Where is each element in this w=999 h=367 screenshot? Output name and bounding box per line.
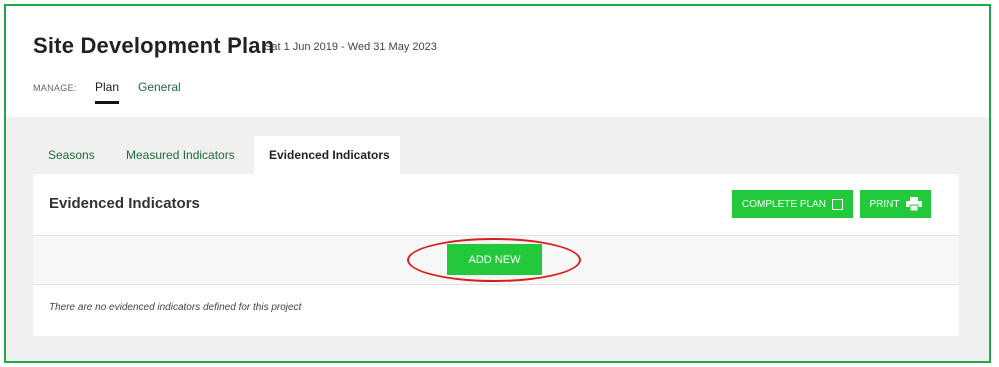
tab-evidenced-indicators[interactable]: Evidenced Indicators xyxy=(254,136,400,174)
print-label: PRINT xyxy=(869,198,900,210)
print-button[interactable]: PRINT xyxy=(860,190,931,218)
complete-plan-button[interactable]: COMPLETE PLAN xyxy=(732,190,853,218)
manage-tab-plan[interactable]: Plan xyxy=(95,80,120,104)
manage-tab-general[interactable]: General xyxy=(138,80,181,94)
panel-title: Evidenced Indicators xyxy=(49,195,200,212)
plan-date-range: Sat 1 Jun 2019 - Wed 31 May 2023 xyxy=(264,41,437,53)
empty-state-message: There are no evidenced indicators define… xyxy=(49,302,302,313)
tab-measured-indicators[interactable]: Measured Indicators xyxy=(111,136,250,174)
add-new-button[interactable]: ADD NEW xyxy=(447,244,542,275)
complete-plan-label: COMPLETE PLAN xyxy=(742,198,826,210)
page-title: Site Development Plan xyxy=(33,33,275,58)
checkbox-icon xyxy=(831,198,843,210)
add-new-row: ADD NEW xyxy=(33,235,959,285)
screenshot-frame: Site Development Plan Sat 1 Jun 2019 - W… xyxy=(4,4,991,363)
printer-icon xyxy=(905,197,922,211)
manage-label: MANAGE: xyxy=(33,83,77,93)
content-area: Seasons Measured Indicators Evidenced In… xyxy=(6,117,989,361)
tab-seasons[interactable]: Seasons xyxy=(33,136,110,174)
page-header: Site Development Plan Sat 1 Jun 2019 - W… xyxy=(6,6,989,117)
evidenced-indicators-panel: Evidenced Indicators COMPLETE PLAN PRINT… xyxy=(33,174,959,336)
